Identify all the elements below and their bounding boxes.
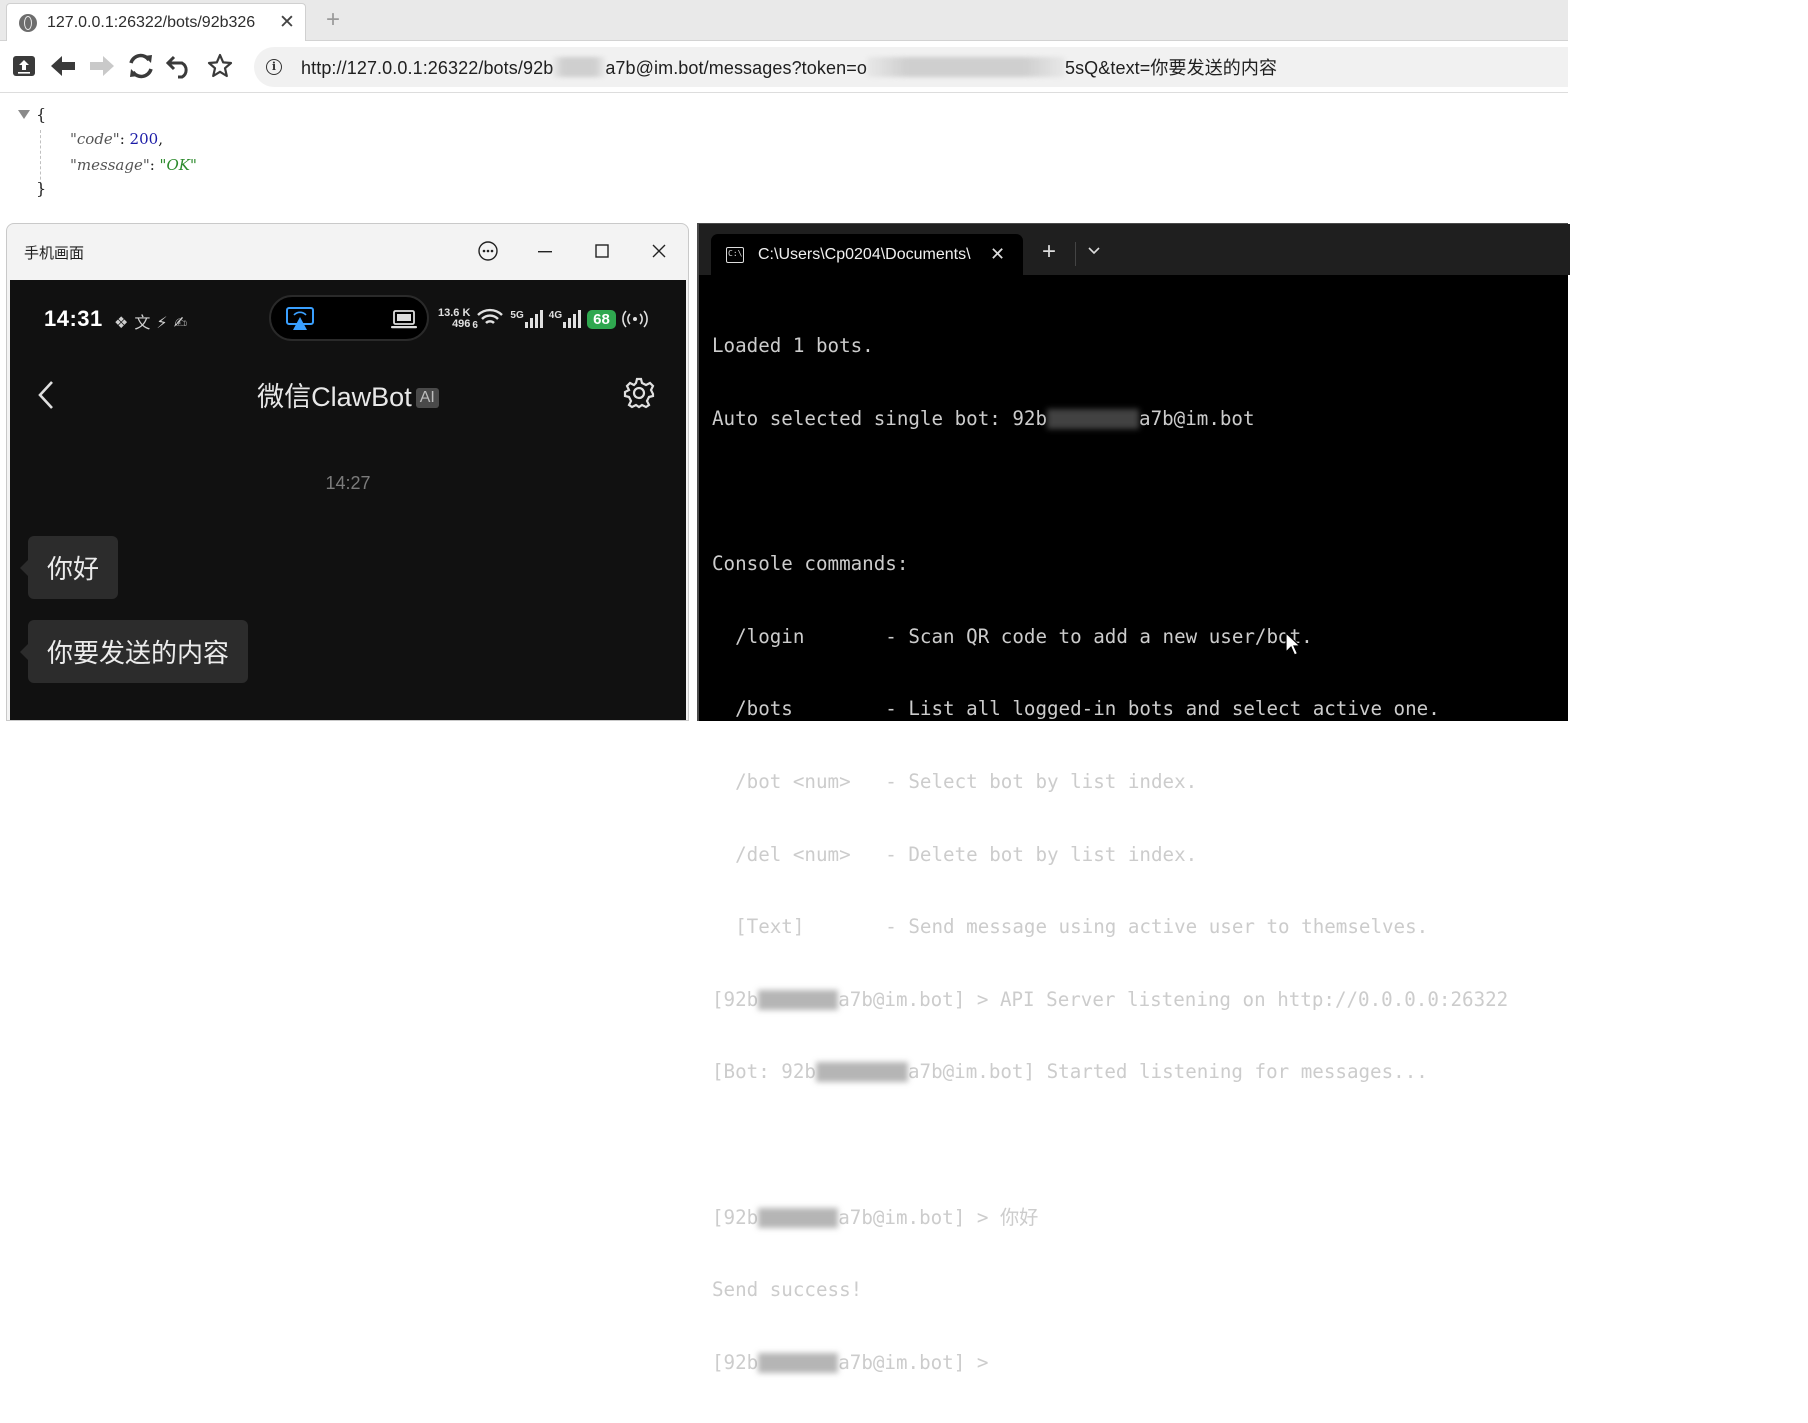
json-line-code: "code": 200, <box>70 130 163 148</box>
pen-icon: ✍ <box>173 315 193 332</box>
terminal-line: Loaded 1 bots. <box>712 334 874 358</box>
upload-icon[interactable] <box>9 51 39 81</box>
terminal-line: /bot <num> - Select bot by list index. <box>712 769 1198 793</box>
address-bar[interactable]: i http://127.0.0.1:26322/bots/92b a7b@im.… <box>254 47 1568 87</box>
maximize-icon[interactable] <box>589 238 615 264</box>
chat-timestamp: 14:27 <box>325 473 371 493</box>
terminal-tab[interactable]: C:\ C:\Users\Cp0204\Documents\ ✕ <box>711 234 1023 275</box>
cmd-icon: C:\ <box>726 246 744 263</box>
info-icon[interactable]: i <box>266 59 282 75</box>
undo-icon[interactable] <box>165 51 195 81</box>
redacted-bot-id <box>815 1062 908 1083</box>
bolt-icon: ⚡ <box>156 315 174 332</box>
browser-tab-title: 127.0.0.1:26322/bots/92b326 <box>47 13 256 31</box>
redacted-bot-id <box>758 1207 839 1228</box>
json-line-message: "message": "OK" <box>70 156 197 174</box>
mouse-cursor-icon <box>1285 631 1302 656</box>
json-viewer: { "code": 200, "message": "OK" } <box>0 94 1568 222</box>
close-tab-icon[interactable]: ✕ <box>277 11 297 34</box>
signal-4g-icon: 4G <box>549 310 582 328</box>
terminal-line: Console commands: <box>712 552 909 576</box>
laptop-icon <box>391 310 417 329</box>
phone-mirror-window: 手机画面 14:31 ❖文⚡✍ 13.6 K 496 6 5G 4G 68 微信… <box>6 223 689 721</box>
terminal-line: [92b a7b@im.bot] > 你好 <box>712 1205 1039 1229</box>
minimize-icon[interactable] <box>532 238 558 264</box>
globe-icon <box>19 13 37 32</box>
status-notification-icons: ❖文⚡✍ <box>114 309 193 333</box>
terminal-line: Auto selected single bot: 92b a7b@im.bot <box>712 407 1255 430</box>
terminal-tabbar: C:\ C:\Users\Cp0204\Documents\ ✕ + <box>699 224 1570 275</box>
collapse-triangle-icon[interactable] <box>18 110 30 119</box>
back-icon[interactable] <box>48 51 78 81</box>
terminal-tab-title: C:\Users\Cp0204\Documents\ <box>758 245 971 263</box>
network-speed: 13.6 K 496 <box>438 307 471 330</box>
new-terminal-tab-button[interactable]: + <box>1042 238 1056 266</box>
signal-5g-icon: 5G <box>510 310 543 328</box>
json-message-value: "OK" <box>159 156 197 174</box>
more-options-icon[interactable] <box>475 238 501 264</box>
redacted-bot-id <box>758 1352 839 1373</box>
status-right: 13.6 K 496 6 5G 4G 68 <box>438 304 648 334</box>
dynamic-island[interactable] <box>269 295 429 341</box>
json-close-brace: } <box>36 179 47 198</box>
json-code-value: 200 <box>129 130 159 148</box>
chat-title: 微信ClawBot <box>257 382 412 412</box>
terminal-output[interactable]: Loaded 1 bots. Auto selected single bot:… <box>712 286 1508 1423</box>
phone-window-title: 手机画面 <box>24 245 85 262</box>
terminal-line: /bots - List all logged-in bots and sele… <box>712 697 1440 721</box>
translate-icon: 文 <box>134 315 157 332</box>
screencast-icon <box>286 307 314 330</box>
redacted-bot-id <box>553 57 606 77</box>
browser-tabstrip: 127.0.0.1:26322/bots/92b326 ✕ + <box>0 0 1568 41</box>
terminal-line: [Text] - Send message using active user … <box>712 915 1429 939</box>
close-window-icon[interactable] <box>646 238 672 264</box>
terminal-line: [92b a7b@im.bot] > API Server listening o… <box>712 987 1509 1011</box>
terminal-line: [Bot: 92b a7b@im.bot] Started listening f… <box>712 1060 1428 1084</box>
cloud-icon: ❖ <box>114 315 135 332</box>
redacted-bot-id <box>1047 409 1140 429</box>
browser-tab[interactable]: 127.0.0.1:26322/bots/92b326 ✕ <box>6 3 306 41</box>
browser-toolbar: i http://127.0.0.1:26322/bots/92b a7b@im.… <box>0 41 1568 93</box>
terminal-window: C:\ C:\Users\Cp0204\Documents\ ✕ + Loade… <box>697 223 1570 1374</box>
terminal-line: [92b a7b@im.bot] > <box>712 1350 989 1374</box>
forward-icon[interactable] <box>87 51 117 81</box>
message-bubble[interactable]: 你要发送的内容 <box>19 620 249 683</box>
chat-header: 微信ClawBot AI <box>10 375 686 414</box>
star-icon[interactable] <box>205 51 235 81</box>
terminal-line: Send success! <box>712 1278 863 1302</box>
redacted-bot-id <box>758 989 839 1010</box>
terminal-line: /login - Scan QR code to add a new user/… <box>712 624 1313 648</box>
message-bubble[interactable]: 你好 <box>19 536 119 599</box>
hotspot-icon <box>622 310 648 328</box>
ai-badge: AI <box>415 388 439 408</box>
json-open-brace: { <box>36 105 47 124</box>
new-tab-button[interactable]: + <box>326 6 340 34</box>
wifi-icon: 6 <box>472 307 504 331</box>
settings-gear-icon[interactable] <box>622 376 656 415</box>
url-text: http://127.0.0.1:26322/bots/92b a7b@im.bo… <box>301 57 1278 78</box>
tab-divider <box>1075 242 1076 266</box>
battery-level: 68 <box>587 309 616 329</box>
redacted-token <box>866 57 1065 77</box>
close-terminal-tab-icon[interactable]: ✕ <box>990 244 1005 265</box>
status-time: 14:31 <box>44 306 103 331</box>
terminal-line: /del <num> - Delete bot by list index. <box>712 842 1198 866</box>
chevron-down-icon[interactable] <box>1087 246 1101 256</box>
reload-icon[interactable] <box>126 51 156 81</box>
phone-screen: 14:31 ❖文⚡✍ 13.6 K 496 6 5G 4G 68 微信ClawBo… <box>10 280 686 720</box>
